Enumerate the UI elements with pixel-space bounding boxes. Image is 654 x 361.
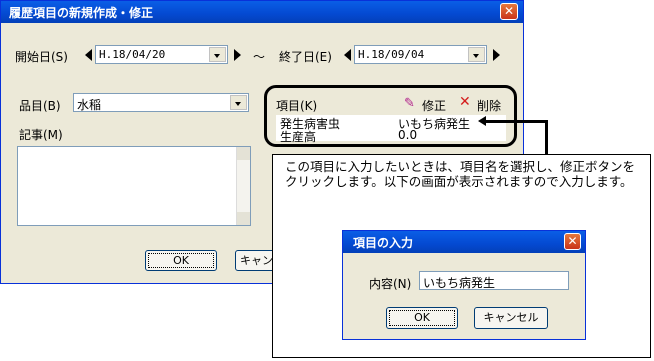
item-input-dialog: 項目の入力 ✕ 内容(N) いもち病発生 OK キャンセル — [342, 230, 586, 340]
notes-label: 記事(M) — [19, 128, 63, 142]
sub-close-icon[interactable]: ✕ — [564, 233, 581, 250]
pencil-icon[interactable]: ✎ — [404, 96, 415, 111]
start-date-select[interactable]: H.18/04/20 — [95, 45, 228, 64]
item-select[interactable]: 水稲 — [73, 93, 249, 112]
delete-button[interactable]: 削除 — [477, 97, 501, 114]
end-prev-arrow-icon[interactable] — [344, 49, 351, 61]
item-select-value: 水稲 — [77, 98, 102, 112]
main-close-icon[interactable]: ✕ — [500, 3, 518, 20]
scroll-up-icon[interactable] — [237, 147, 250, 160]
sub-titlebar[interactable]: 項目の入力 ✕ — [343, 231, 585, 253]
ok-button[interactable]: OK — [145, 250, 217, 271]
content-label: 内容(N) — [369, 277, 412, 291]
end-next-arrow-icon[interactable] — [493, 49, 500, 61]
notes-textarea[interactable] — [17, 146, 251, 226]
item-value: 0.0 — [398, 128, 418, 142]
items-list[interactable]: 発生病害虫 いもち病発生 生産高 0.0 — [276, 115, 506, 144]
list-item[interactable]: 生産高 0.0 — [276, 128, 506, 144]
start-date-value: H.18/04/20 — [99, 48, 166, 61]
items-label: 項目(K) — [276, 99, 318, 113]
item-name: 生産高 — [280, 130, 317, 144]
list-item[interactable]: 発生病害虫 いもち病発生 — [276, 115, 506, 131]
chevron-down-icon[interactable] — [209, 47, 226, 62]
chevron-down-icon[interactable] — [468, 47, 485, 62]
sub-cancel-button[interactable]: キャンセル — [474, 307, 548, 329]
connector-line — [545, 120, 548, 156]
main-title: 履歴項目の新規作成・修正 — [9, 6, 154, 20]
arrow-head-icon — [478, 116, 486, 126]
scroll-down-icon[interactable] — [237, 212, 250, 225]
sub-ok-button[interactable]: OK — [386, 307, 458, 329]
sub-title: 項目の入力 — [353, 236, 414, 250]
callout-text: この項目に入力したいときは、項目名を選択し、修正ボタンをクリックします。以下の画… — [285, 159, 636, 189]
end-date-select[interactable]: H.18/09/04 — [354, 45, 487, 64]
start-date-label: 開始日(S) — [15, 50, 68, 64]
connector-line — [484, 120, 548, 123]
content-input[interactable]: いもち病発生 — [419, 271, 569, 290]
date-range-tilde: ～ — [253, 50, 266, 64]
cancel-button[interactable]: キャン — [235, 250, 275, 271]
item-label: 品目(B) — [19, 99, 61, 113]
notes-scrollbar[interactable] — [236, 147, 250, 225]
end-date-value: H.18/09/04 — [358, 48, 425, 61]
chevron-down-icon[interactable] — [230, 95, 247, 110]
delete-icon[interactable]: ✕ — [459, 94, 471, 110]
content-input-value: いもち病発生 — [423, 276, 496, 290]
start-next-arrow-icon[interactable] — [234, 49, 241, 61]
start-prev-arrow-icon[interactable] — [85, 49, 92, 61]
edit-button[interactable]: 修正 — [422, 97, 446, 114]
end-date-label: 終了日(E) — [279, 50, 332, 64]
main-titlebar[interactable]: 履歴項目の新規作成・修正 ✕ — [1, 1, 523, 23]
